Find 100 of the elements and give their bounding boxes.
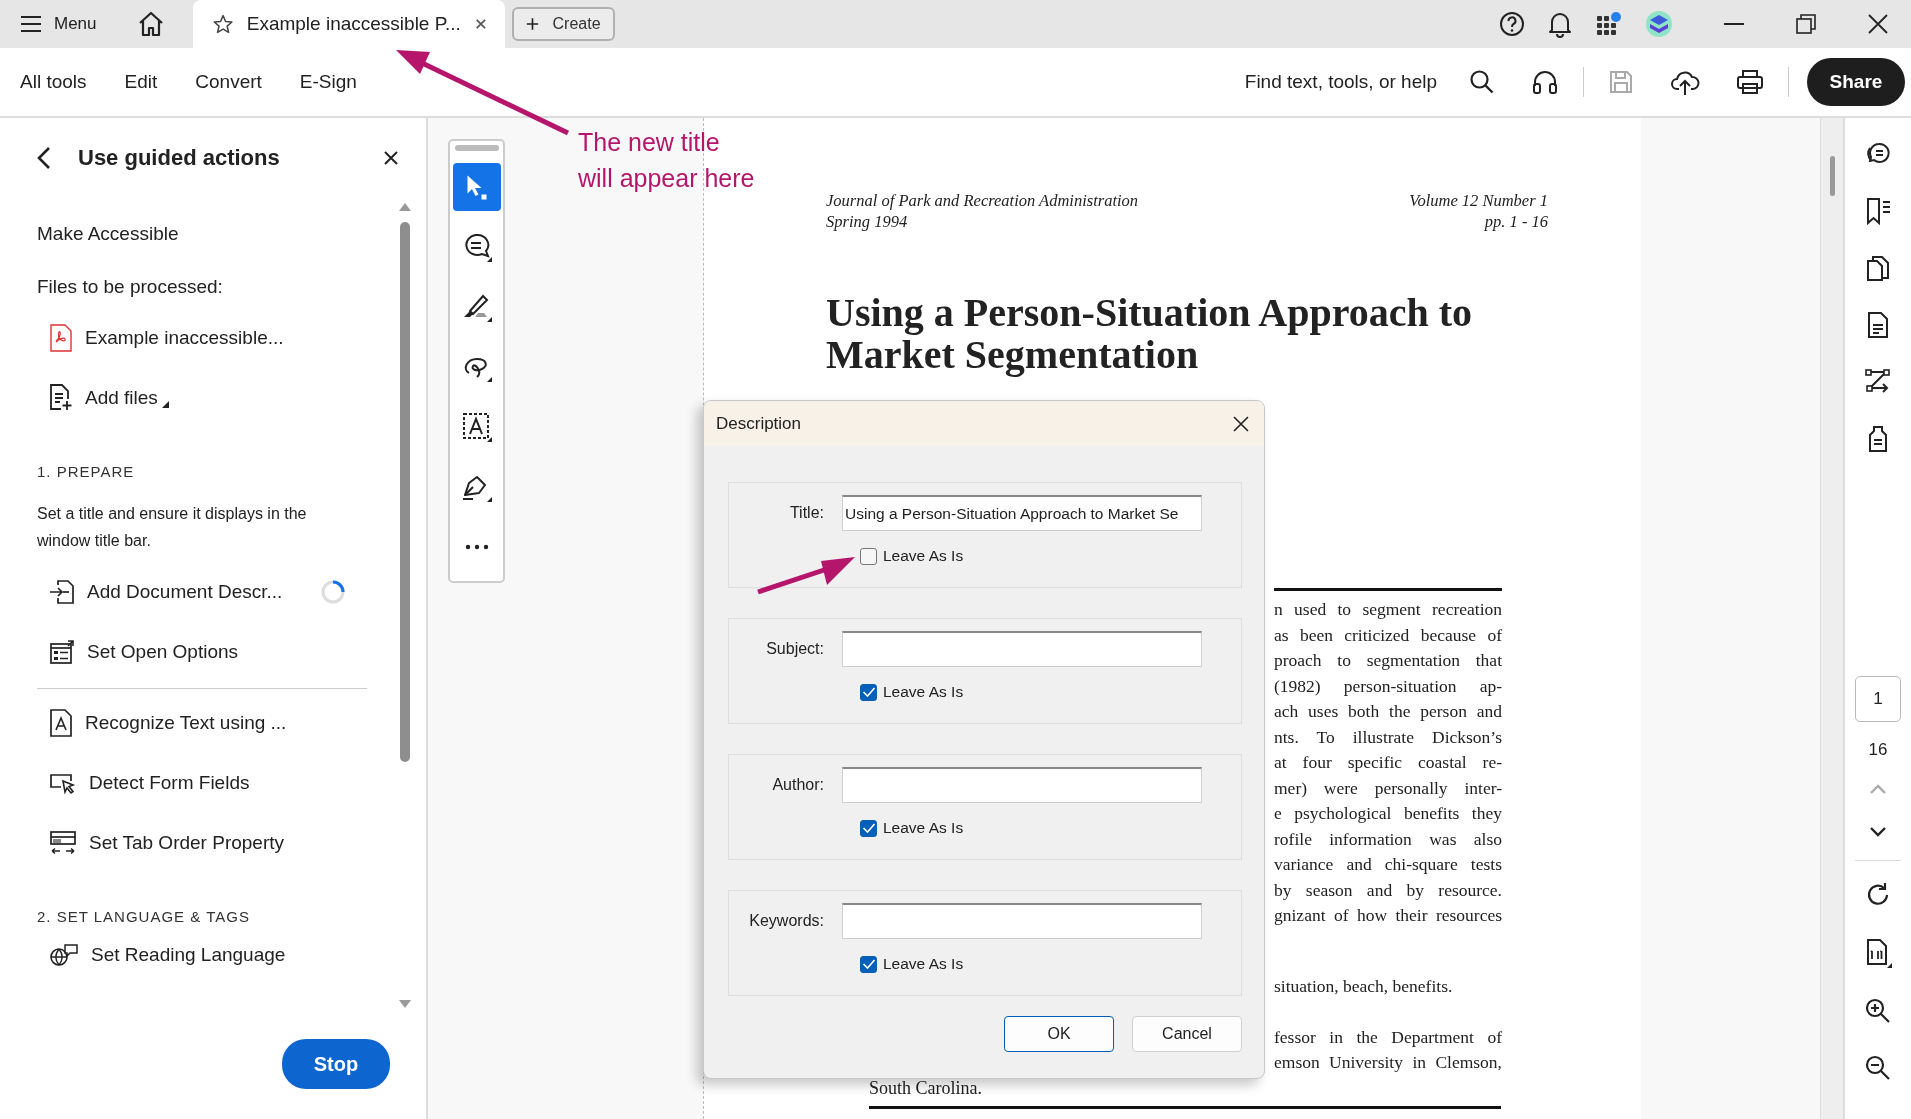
dialog-button[interactable]: OK bbox=[1004, 1016, 1114, 1052]
checkbox-label[interactable]: Leave As Is bbox=[883, 819, 964, 837]
print-icon[interactable] bbox=[1736, 69, 1764, 95]
stop-button[interactable]: Stop bbox=[282, 1039, 390, 1089]
action-item[interactable]: Add Document Descr... bbox=[37, 562, 367, 622]
action-item[interactable]: Set Tab Order Property bbox=[37, 813, 367, 873]
abstract-line: nts. To illustrate Dickson’s bbox=[1274, 725, 1502, 749]
add-files-item[interactable]: Add files bbox=[37, 368, 367, 428]
menu-item[interactable]: Convert bbox=[195, 71, 262, 93]
bell-icon[interactable] bbox=[1547, 10, 1573, 38]
footnote-line: emson University in Clemson, bbox=[1274, 1051, 1502, 1074]
text-box-icon bbox=[460, 411, 493, 443]
page-count: 16 bbox=[1868, 740, 1888, 760]
settings-window-icon bbox=[49, 639, 75, 665]
plus-icon bbox=[525, 16, 539, 32]
search-icon[interactable] bbox=[1469, 69, 1495, 95]
input-field[interactable] bbox=[842, 767, 1202, 803]
section-title: 2. SET LANGUAGE & TAGS bbox=[37, 907, 251, 925]
input-field[interactable]: Using a Person-Situation Approach to Market Se bbox=[842, 495, 1202, 531]
article-title: Using a Person-Situation Approach to Market Segmentation bbox=[826, 292, 1473, 376]
action-item[interactable]: Recognize Text using ... bbox=[37, 693, 367, 753]
section-description: Set a title and ensure it displays in the window title bar. bbox=[37, 504, 308, 551]
close-icon[interactable] bbox=[1232, 414, 1250, 433]
scroll-up-icon[interactable] bbox=[398, 202, 412, 212]
more-icon bbox=[464, 544, 489, 550]
pages-icon[interactable] bbox=[1864, 254, 1892, 282]
abstract-line: e psychological benefits they bbox=[1274, 802, 1502, 825]
panel-title: Use guided actions bbox=[78, 145, 281, 171]
abstract-line: at four specific coastal re- bbox=[1274, 751, 1502, 774]
corner-caret-icon bbox=[161, 401, 169, 408]
field-label: Author: bbox=[771, 776, 825, 794]
scrollbar[interactable] bbox=[1820, 118, 1843, 1119]
chevron-down-icon[interactable] bbox=[1868, 825, 1888, 839]
checkbox[interactable] bbox=[860, 683, 877, 701]
add-file-icon bbox=[49, 384, 73, 412]
close-icon[interactable] bbox=[1867, 13, 1889, 35]
close-icon[interactable] bbox=[384, 151, 398, 165]
abstract-line: mer) were personally inter- bbox=[1274, 776, 1502, 800]
pdf-file-icon bbox=[49, 324, 73, 352]
field-label: Keywords: bbox=[748, 912, 825, 930]
zoom-out-icon[interactable] bbox=[1864, 1054, 1892, 1082]
menu-item[interactable]: Edit bbox=[124, 71, 158, 93]
actual-size-icon[interactable] bbox=[1864, 938, 1892, 968]
checkbox[interactable] bbox=[860, 955, 877, 973]
checkbox[interactable] bbox=[860, 819, 877, 837]
checkbox-label[interactable]: Leave As Is bbox=[883, 955, 964, 973]
headphones-icon[interactable] bbox=[1531, 68, 1559, 96]
annotation-text: The new title will appear here bbox=[578, 127, 755, 194]
zoom-in-icon[interactable] bbox=[1864, 997, 1892, 1025]
restore-icon[interactable] bbox=[1795, 13, 1817, 35]
scroll-down-icon[interactable] bbox=[398, 999, 412, 1009]
search-label[interactable]: Find text, tools, or help bbox=[1244, 71, 1437, 93]
checkbox[interactable] bbox=[860, 547, 877, 565]
checkbox-label[interactable]: Leave As Is bbox=[883, 547, 964, 565]
checkbox-label[interactable]: Leave As Is bbox=[883, 683, 964, 701]
journal-header: Journal of Park and Recreation Administration bbox=[826, 190, 1139, 211]
menu-button[interactable]: Menu bbox=[20, 14, 97, 34]
select-tool-button[interactable] bbox=[452, 163, 501, 211]
input-field[interactable] bbox=[842, 631, 1202, 667]
journal-header: Spring 1994 bbox=[826, 211, 909, 232]
files-label: Files to be processed: bbox=[37, 275, 224, 299]
volume-header: pp. 1 - 16 bbox=[1483, 211, 1548, 232]
tab-order-icon bbox=[49, 830, 77, 856]
keywords-line: situation, beach, benefits. bbox=[1274, 974, 1454, 998]
section-heading: Make Accessible bbox=[37, 222, 180, 246]
abstract-line: as been criticized because of bbox=[1274, 623, 1502, 647]
back-icon[interactable] bbox=[36, 146, 52, 170]
abstract-line: rofile information was also bbox=[1274, 827, 1502, 851]
section-title: 1. PREPARE bbox=[37, 462, 136, 480]
apps-icon[interactable] bbox=[1595, 10, 1623, 38]
page-number-field[interactable]: 1 bbox=[1855, 676, 1901, 722]
abstract-line: by season and by resource. bbox=[1274, 878, 1502, 902]
menu-item[interactable]: All tools bbox=[20, 71, 87, 93]
dialog-button[interactable]: Cancel bbox=[1132, 1016, 1242, 1052]
document-tab[interactable]: Example inaccessible P... bbox=[192, 0, 505, 48]
action-item[interactable]: Set Open Options bbox=[37, 622, 367, 682]
field-label: Subject: bbox=[765, 640, 825, 658]
globe-chat-icon bbox=[49, 943, 79, 967]
input-field[interactable] bbox=[842, 903, 1202, 939]
file-item[interactable]: Example inaccessible... bbox=[37, 308, 367, 368]
abstract-line: variance and chi-square tests bbox=[1274, 853, 1502, 876]
bookmark-icon[interactable] bbox=[1864, 197, 1892, 225]
action-item[interactable]: Set Reading Language bbox=[37, 925, 367, 985]
close-icon[interactable] bbox=[474, 17, 487, 31]
create-button[interactable]: Create bbox=[511, 7, 615, 41]
tab-title: Example inaccessible P... bbox=[246, 13, 461, 35]
abstract-line: n used to segment recreation bbox=[1274, 598, 1502, 621]
menu-item[interactable]: E-Sign bbox=[299, 71, 357, 93]
field-label: Title: bbox=[788, 504, 825, 522]
abstract-line: proach to segmentation that bbox=[1274, 649, 1502, 672]
help-icon[interactable] bbox=[1499, 11, 1525, 37]
footnote-line: South Carolina. bbox=[869, 1076, 983, 1100]
action-item[interactable]: Detect Form Fields bbox=[37, 753, 367, 813]
share-button[interactable]: Share bbox=[1807, 58, 1905, 106]
abstract-line: (1982) person-situation ap- bbox=[1274, 674, 1502, 698]
menu-icon bbox=[20, 15, 42, 33]
avatar-icon[interactable] bbox=[1645, 10, 1673, 38]
abstract-line: ach uses both the person and bbox=[1274, 700, 1502, 723]
star-icon[interactable] bbox=[212, 12, 233, 36]
abstract-line: gnizant of how their resources bbox=[1274, 904, 1502, 927]
